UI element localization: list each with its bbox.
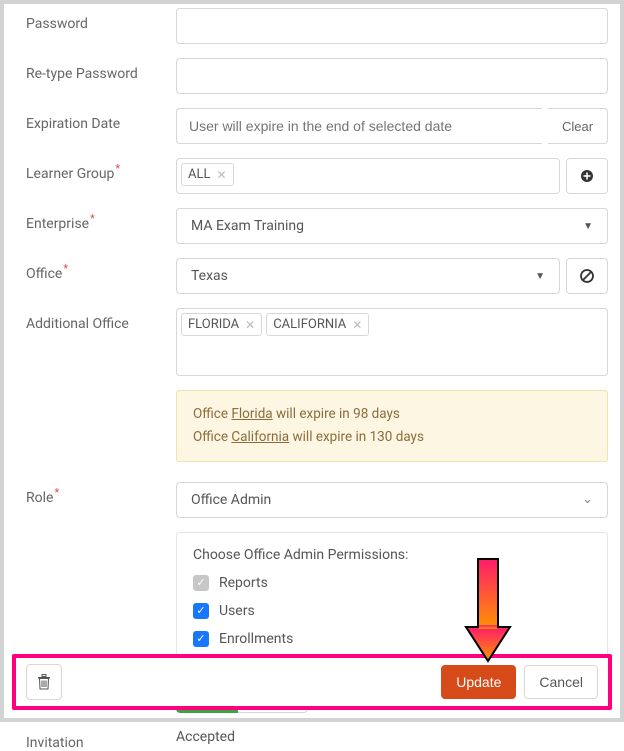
trash-icon: [37, 674, 51, 690]
remove-tag-icon[interactable]: ✕: [352, 319, 362, 331]
checkbox-enrollments[interactable]: ✓: [193, 631, 209, 647]
learner-group-label: Learner Group*: [26, 158, 176, 182]
expiration-date-input[interactable]: [176, 108, 542, 144]
office-expiry-notice: Office Florida will expire in 98 days Of…: [176, 390, 608, 462]
delete-button[interactable]: [26, 664, 62, 700]
update-button[interactable]: Update: [441, 665, 516, 699]
invitation-label: Invitation: [26, 727, 176, 751]
caret-down-icon: ▼: [535, 271, 545, 282]
role-label: Role*: [26, 482, 176, 506]
office-select[interactable]: Texas ▼: [176, 258, 560, 294]
permission-enrollments[interactable]: ✓ Enrollments: [193, 631, 591, 647]
cancel-button[interactable]: Cancel: [524, 665, 598, 699]
notice-california-link[interactable]: California: [231, 429, 289, 445]
invitation-value: Accepted: [176, 727, 235, 745]
learner-group-field[interactable]: ALL ✕: [176, 158, 560, 194]
checkbox-users[interactable]: ✓: [193, 603, 209, 619]
tag-all[interactable]: ALL ✕: [181, 163, 234, 186]
notice-florida-link[interactable]: Florida: [231, 406, 272, 422]
checkbox-reports: ✓: [193, 575, 209, 591]
plus-icon: [580, 169, 594, 183]
tag-florida[interactable]: FLORIDA ✕: [181, 313, 262, 336]
office-prohibit-button[interactable]: [566, 258, 608, 294]
retype-password-label: Re-type Password: [26, 58, 176, 82]
permission-users[interactable]: ✓ Users: [193, 603, 591, 619]
enterprise-label: Enterprise*: [26, 208, 176, 232]
prohibit-icon: [579, 268, 595, 284]
tag-california[interactable]: CALIFORNIA ✕: [266, 313, 369, 336]
enterprise-select[interactable]: MA Exam Training ▼: [176, 208, 608, 244]
expiration-clear-button[interactable]: Clear: [548, 108, 608, 144]
permissions-box: Choose Office Admin Permissions: ✓ Repor…: [176, 532, 608, 670]
password-label: Password: [26, 8, 176, 32]
office-label: Office*: [26, 258, 176, 282]
role-select[interactable]: Office Admin ⌄: [176, 482, 608, 518]
password-input[interactable]: [176, 8, 608, 44]
footer-bar: Update Cancel: [12, 654, 612, 710]
additional-office-field[interactable]: FLORIDA ✕ CALIFORNIA ✕: [176, 308, 608, 376]
permission-reports: ✓ Reports: [193, 575, 591, 591]
remove-tag-icon[interactable]: ✕: [245, 319, 255, 331]
permissions-title: Choose Office Admin Permissions:: [193, 547, 591, 563]
add-learner-group-button[interactable]: [566, 158, 608, 194]
caret-down-icon: ▼: [583, 221, 593, 232]
retype-password-input[interactable]: [176, 58, 608, 94]
remove-tag-icon[interactable]: ✕: [216, 169, 226, 181]
chevron-down-icon: ⌄: [582, 492, 593, 507]
expiration-date-label: Expiration Date: [26, 108, 176, 132]
additional-office-label: Additional Office: [26, 308, 176, 332]
